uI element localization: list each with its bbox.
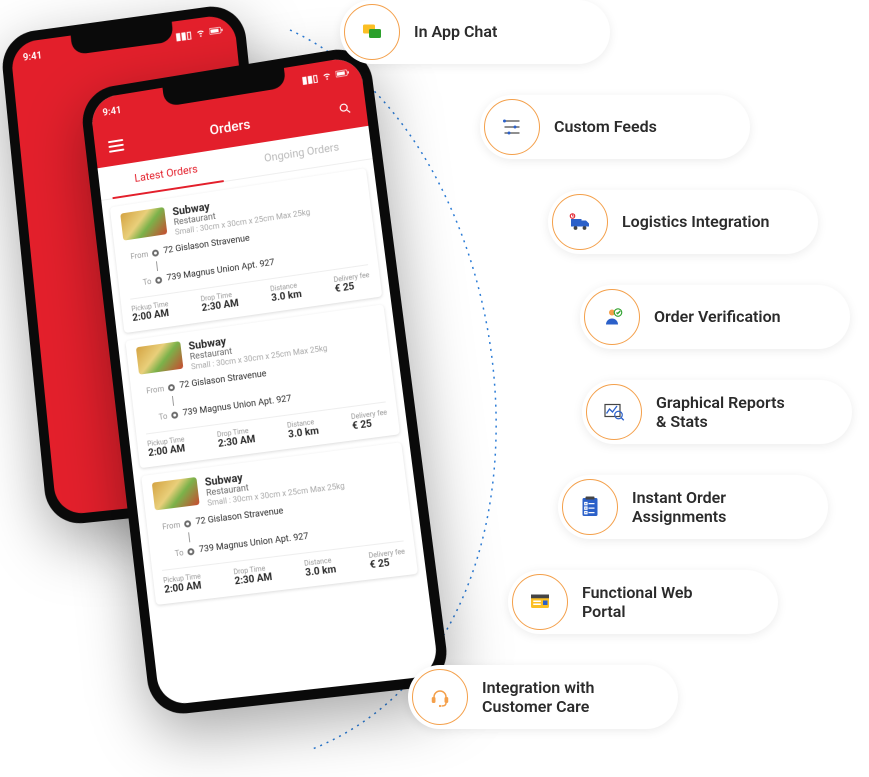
route-line-icon xyxy=(172,396,174,406)
route-start-icon xyxy=(184,519,192,527)
battery-icon xyxy=(335,68,350,81)
feature-pill[interactable]: Graphical Reports& Stats xyxy=(582,380,852,444)
from-label: From xyxy=(125,249,153,262)
phone-foreground: 9:41 ▮▮▯ Orders La xyxy=(79,44,451,717)
route-line-icon xyxy=(156,261,158,271)
feature-label: Functional WebPortal xyxy=(582,583,693,621)
status-time: 9:41 xyxy=(102,105,122,119)
order-thumb xyxy=(120,207,167,241)
search-icon[interactable] xyxy=(337,99,353,120)
order-card[interactable]: Subway Restaurant Small : 30cm x 30cm x … xyxy=(125,304,400,468)
wifi-icon xyxy=(321,70,332,84)
menu-icon[interactable] xyxy=(108,139,125,153)
to-label: To xyxy=(128,276,156,289)
feature-pill[interactable]: Functional WebPortal xyxy=(508,570,778,634)
route-end-icon xyxy=(187,547,195,555)
feature-pill[interactable]: Instant OrderAssignments xyxy=(558,475,828,539)
order-thumb xyxy=(152,477,200,510)
wifi-icon xyxy=(195,27,206,41)
feature-label: In App Chat xyxy=(414,22,497,41)
order-thumb xyxy=(136,341,184,375)
to-label: To xyxy=(144,411,172,423)
signal-icon: ▮▮▯ xyxy=(301,73,319,86)
headset-icon xyxy=(412,669,468,725)
signal-icon: ▮▮▯ xyxy=(175,30,192,43)
feature-label: Graphical Reports& Stats xyxy=(656,393,785,431)
phone-mockups: 9:41 ▮▮▯ 9:41 ▮▮▯ xyxy=(0,0,460,777)
page-title: Orders xyxy=(209,117,251,139)
feature-pill[interactable]: Logistics Integration xyxy=(548,190,818,254)
feature-pill[interactable]: Order Verification xyxy=(580,285,850,349)
truck-icon xyxy=(552,194,608,250)
feeds-icon xyxy=(484,99,540,155)
feature-label: Instant OrderAssignments xyxy=(632,488,726,526)
verify-icon xyxy=(584,289,640,345)
feature-label: Logistics Integration xyxy=(622,212,770,231)
feature-pill[interactable]: Integration withCustomer Care xyxy=(408,665,678,729)
browser-icon xyxy=(512,574,568,630)
from-label: From xyxy=(141,383,169,396)
feature-label: Order Verification xyxy=(654,307,781,326)
route-start-icon xyxy=(168,383,176,391)
to-label: To xyxy=(160,547,188,559)
route-end-icon xyxy=(171,411,179,419)
checklist-icon xyxy=(562,479,618,535)
route-end-icon xyxy=(155,276,163,284)
chart-icon xyxy=(586,384,642,440)
distance-value: 3.0 km xyxy=(305,564,337,579)
feature-pill[interactable]: In App Chat xyxy=(340,0,610,64)
order-card[interactable]: Subway Restaurant Small : 30cm x 30cm x … xyxy=(141,442,418,605)
feature-label: Custom Feeds xyxy=(554,117,657,136)
route-start-icon xyxy=(152,249,160,257)
status-time: 9:41 xyxy=(22,50,42,63)
battery-icon xyxy=(209,25,224,38)
from-label: From xyxy=(156,519,184,531)
feature-pill[interactable]: Custom Feeds xyxy=(480,95,750,159)
feature-label: Integration withCustomer Care xyxy=(482,678,594,716)
route-line-icon xyxy=(188,532,190,542)
chat-icon xyxy=(344,4,400,60)
